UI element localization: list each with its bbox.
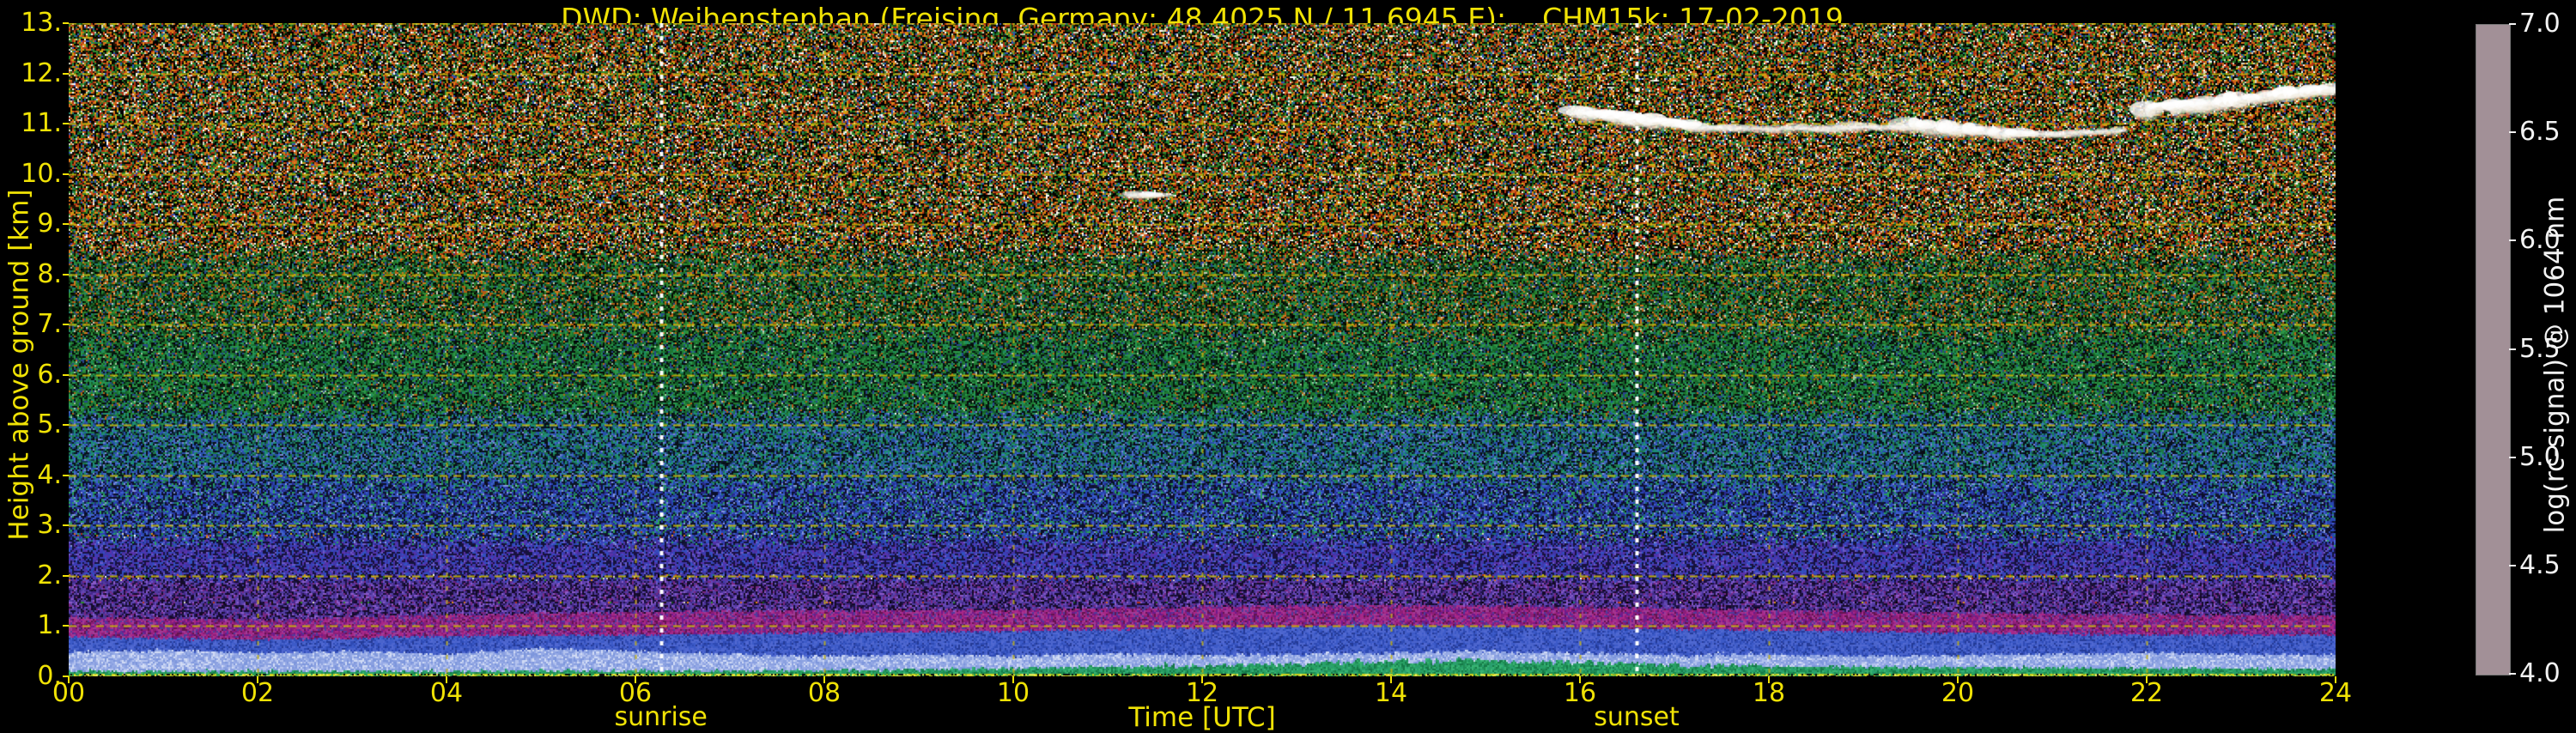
x-tick-label: 18 bbox=[1722, 680, 1816, 707]
x-tickmark bbox=[1012, 676, 1014, 683]
y-tickmark bbox=[63, 22, 69, 24]
x-tickmark bbox=[1201, 676, 1203, 683]
colorbar-tickmark bbox=[2509, 23, 2516, 25]
x-tick-label: 24 bbox=[2288, 680, 2383, 707]
y-tickmark bbox=[63, 675, 69, 677]
y-tick-label: 11. bbox=[7, 110, 62, 137]
y-tick-label: 3. bbox=[7, 512, 62, 539]
x-tick-label: 22 bbox=[2099, 680, 2194, 707]
colorbar-tickmark bbox=[2509, 348, 2516, 350]
x-tickmark bbox=[1579, 676, 1581, 683]
y-tickmark bbox=[63, 173, 69, 175]
colorbar-tickmark bbox=[2509, 673, 2516, 675]
y-tick-label: 5. bbox=[7, 411, 62, 439]
y-tickmark bbox=[63, 524, 69, 526]
colorbar-tickmark bbox=[2509, 239, 2516, 241]
x-tickmark bbox=[823, 676, 825, 683]
y-tickmark bbox=[63, 73, 69, 75]
ceilometer-quicklook: DWD: Weihenstephan (Freising, Germany; 4… bbox=[0, 0, 2576, 730]
x-tickmark bbox=[1957, 676, 1959, 683]
heatmap-canvas bbox=[69, 23, 2336, 676]
y-tick-label: 12. bbox=[7, 60, 62, 88]
y-tickmark bbox=[63, 424, 69, 426]
x-tick-label: 00 bbox=[21, 680, 116, 707]
colorbar-tickmark bbox=[2509, 131, 2516, 133]
y-tickmark bbox=[63, 123, 69, 124]
y-tickmark bbox=[63, 223, 69, 225]
x-tickmark bbox=[2335, 676, 2336, 683]
x-tick-label: 02 bbox=[210, 680, 305, 707]
x-tickmark bbox=[1768, 676, 1770, 683]
x-tick-label: 04 bbox=[399, 680, 494, 707]
y-tickmark bbox=[63, 475, 69, 476]
y-tickmark bbox=[63, 625, 69, 627]
y-tick-label: 8. bbox=[7, 261, 62, 288]
x-axis-title: Time [UTC] bbox=[1030, 702, 1374, 733]
y-tickmark bbox=[63, 274, 69, 276]
y-tick-label: 2. bbox=[7, 562, 62, 590]
colorbar-tickmark bbox=[2509, 457, 2516, 458]
y-tick-label: 10. bbox=[7, 161, 62, 188]
colorbar-title: log(rc-signal) @ 1064 nm bbox=[2535, 0, 2574, 730]
x-tickmark bbox=[635, 676, 636, 683]
x-tickmark bbox=[446, 676, 447, 683]
y-tickmark bbox=[63, 324, 69, 325]
y-tick-label: 6. bbox=[7, 361, 62, 389]
y-tick-label: 7. bbox=[7, 311, 62, 338]
x-tick-label: 08 bbox=[777, 680, 872, 707]
y-tick-label: 4. bbox=[7, 462, 62, 489]
colorbar-tickmark bbox=[2509, 565, 2516, 566]
y-tick-label: 1. bbox=[7, 612, 62, 639]
sunrise-label: sunrise bbox=[575, 702, 747, 732]
x-tickmark bbox=[68, 676, 70, 683]
y-tickmark bbox=[63, 575, 69, 577]
x-tickmark bbox=[2146, 676, 2148, 683]
sunset-label: sunset bbox=[1551, 702, 1722, 732]
x-tickmark bbox=[1390, 676, 1392, 683]
y-tick-label: 13. bbox=[7, 9, 62, 37]
y-tickmark bbox=[63, 374, 69, 376]
x-tickmark bbox=[257, 676, 258, 683]
colorbar-gradient bbox=[2476, 24, 2511, 675]
x-tick-label: 20 bbox=[1911, 680, 2005, 707]
y-tick-label: 9. bbox=[7, 210, 62, 238]
